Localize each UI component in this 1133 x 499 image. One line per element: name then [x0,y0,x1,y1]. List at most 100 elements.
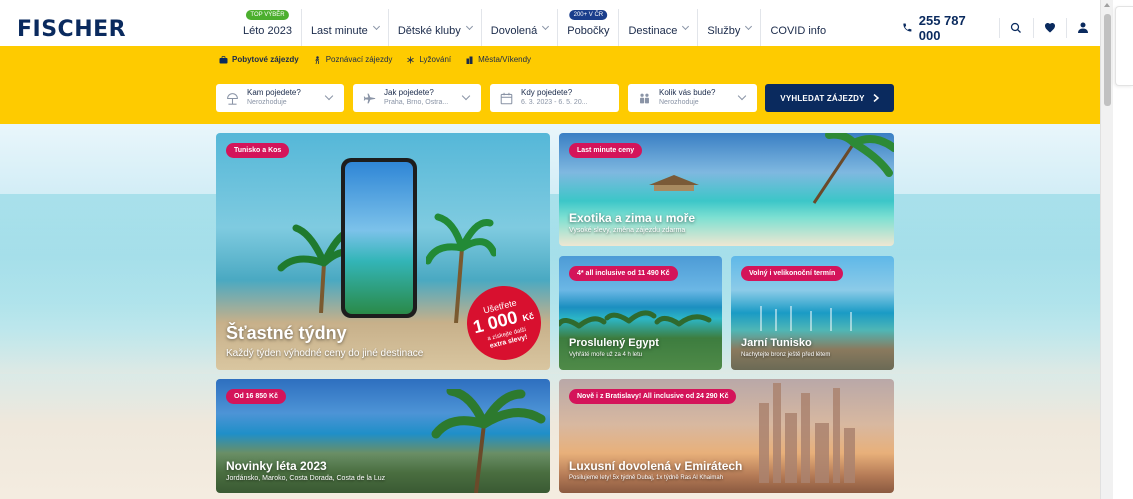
card-title: Luxusní dovolená v Emirátech [569,459,743,473]
card-tag: Od 16 850 Kč [226,389,286,404]
tab-pobytove-zajezdy[interactable]: Pobytové zájezdy [219,55,299,64]
phone-illustration [341,158,417,318]
favorites-button[interactable] [1034,17,1067,38]
city-icon [466,56,473,64]
promo-card-exotika[interactable]: Last minute ceny Exotika a zima u moře V… [559,133,894,246]
tab-label: Lyžování [419,55,452,64]
field-label: Jak pojedete? [384,88,434,97]
chevron-down-icon [465,22,473,30]
promo-card-stastne-tydny[interactable]: Tunisko a Kos Ušetřete 1 000 Kč a získej… [216,133,550,370]
chevron-down-icon [372,22,380,30]
heart-icon [1044,23,1055,33]
card-tag: 4* all inclusive od 11 490 Kč [569,266,678,281]
field-value: Nerozhoduje [247,99,287,106]
tab-mesta-vikendy[interactable]: Města/Víkendy [465,55,531,64]
nav-badge-top-vyber: TOP VÝBĚR [246,10,289,20]
beach-umbrella-icon [225,91,239,105]
card-title: Proslulený Egypt [569,337,659,349]
main-nav: TOP VÝBĚR Léto 2023 Last minute Dětské k… [234,9,835,46]
nav-item-dovolena[interactable]: Dovolená [482,9,559,46]
promo-card-emiraty[interactable]: Nově i z Bratislavy! All inclusive od 24… [559,379,894,493]
nav-item-label: Dovolená [490,24,538,37]
nav-item-leto-2023[interactable]: TOP VÝBĚR Léto 2023 [234,9,302,46]
tab-poznavaci-zajezdy[interactable]: Poznávací zájezdy [313,55,393,64]
chevron-down-icon [542,22,550,30]
chevron-down-icon [745,22,753,30]
nav-item-sluzby[interactable]: Služby [698,9,762,46]
destination-field[interactable]: Kam pojedete? Nerozhoduje [216,84,344,112]
promo-card-novinky[interactable]: Od 16 850 Kč Novinky léta 2023 Jordánsko… [216,379,550,493]
scroll-up-arrow-icon[interactable] [1104,3,1110,7]
snowflake-icon [407,56,415,63]
user-icon [1078,22,1089,33]
fischer-logo[interactable]: FISCHER [17,17,126,42]
search-button-label: VYHLEDAT ZÁJEZDY [780,93,865,103]
skyline-building [844,428,855,483]
nav-item-label: Služby [707,24,741,37]
card-tag: Volný i velikonoční termín [741,266,844,281]
nav-item-destinace[interactable]: Destinace [619,9,699,46]
nav-item-label: COVID info [770,24,827,37]
field-value: Praha, Brno, Ostra... [384,99,449,106]
chevron-down-icon [737,91,747,101]
card-subtitle: Posilujeme lety! 5x týdně Dubaj, 1x týdn… [569,475,724,481]
card-subtitle: Každý týden výhodné ceny do jiné destina… [226,348,424,359]
skyline-building [815,423,829,483]
skyline-building [801,393,810,483]
nav-item-label: Dětské kluby [397,24,461,37]
phone-number: 255 787 000 [918,12,966,43]
marina-illustration [760,306,852,331]
nav-item-pobocky[interactable]: 200+ V ČR Pobočky [558,9,620,46]
tab-lyzovani[interactable]: Lyžování [406,55,451,64]
page-scrollbar[interactable] [1100,0,1113,499]
skyline-building [773,383,781,483]
palm-tree-illustration [431,389,546,493]
hiker-icon [314,55,319,64]
tab-label: Poznávací zájezdy [325,55,393,64]
hero-sea [0,194,1100,374]
nav-item-label: Last minute [310,24,368,37]
card-tag: Last minute ceny [569,143,643,158]
suitcase-icon [219,55,228,63]
calendar-icon [499,91,513,105]
chevron-down-icon [682,22,690,30]
skyline-building [785,413,797,483]
tab-label: Města/Víkendy [478,55,532,64]
field-label: Kam pojedete? [247,88,301,97]
date-field[interactable]: Kdy pojedete? 6. 3. 2023 - 6. 5. 20... [490,84,619,112]
scroll-thumb[interactable] [1104,14,1111,106]
card-subtitle: Nachytejte bronz ještě před létem [741,352,831,358]
card-title: Novinky léta 2023 [226,459,327,473]
search-tabs: Pobytové zájezdy Poznávací zájezdy Lyžov… [219,55,531,64]
card-tag: Tunisko a Kos [226,143,290,158]
field-value: 6. 3. 2023 - 6. 5. 20... [521,99,588,106]
site-header: FISCHER TOP VÝBĚR Léto 2023 Last minute … [0,9,1100,46]
plane-icon [362,91,376,105]
beach-hut-illustration [649,175,699,191]
nav-item-last-minute[interactable]: Last minute [302,9,389,46]
chevron-down-icon [324,91,334,101]
promo-card-tunisko[interactable]: Volný i velikonoční termín Jarní Tunisko… [731,256,894,370]
search-panel: Pobytové zájezdy Poznávací zájezdy Lyžov… [0,46,1100,124]
nav-item-label: Destinace [628,24,678,37]
palm-tree-illustration [812,133,894,204]
people-icon [637,91,651,105]
card-title: Jarní Tunisko [741,337,812,349]
field-value: Nerozhoduje [659,99,699,106]
search-submit-button[interactable]: VYHLEDAT ZÁJEZDY [765,84,894,112]
search-button[interactable] [1000,17,1034,38]
chevron-right-icon [873,94,879,102]
transport-field[interactable]: Jak pojedete? Praha, Brno, Ostra... [353,84,481,112]
badge-currency: Kč [521,310,535,323]
account-button[interactable] [1067,18,1100,38]
travelers-field[interactable]: Kolik vás bude? Nerozhoduje [628,84,757,112]
search-icon [1011,22,1022,33]
nav-badge-200-v-cr: 200+ V ČR [569,10,608,20]
nav-item-covid-info[interactable]: COVID info [761,9,835,46]
tab-label: Pobytové zájezdy [232,55,299,64]
phone-link[interactable]: 255 787 000 [902,13,1001,43]
skyline-building [833,388,840,483]
side-widget[interactable] [1115,6,1133,86]
promo-card-egypt[interactable]: 4* all inclusive od 11 490 Kč Proslulený… [559,256,722,370]
nav-item-detske-kluby[interactable]: Dětské kluby [389,9,482,46]
